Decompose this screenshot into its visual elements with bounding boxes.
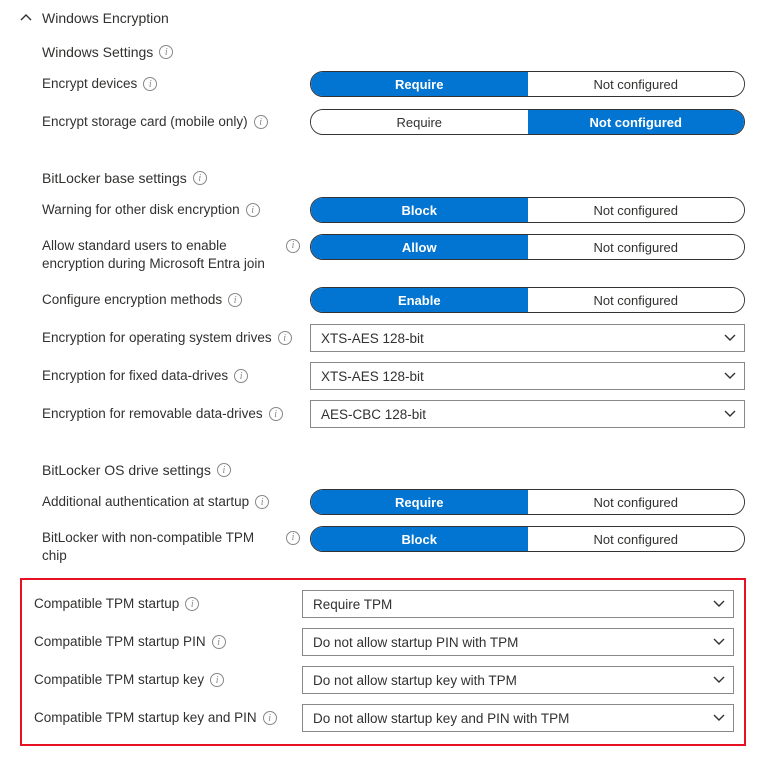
info-icon[interactable]: i [246, 203, 260, 217]
chevron-down-icon [713, 674, 725, 686]
info-icon[interactable]: i [234, 369, 248, 383]
label: Encrypt devices [42, 75, 137, 93]
chevron-down-icon [713, 598, 725, 610]
row-allow-std-users: Allow standard users to enable encryptio… [42, 234, 746, 276]
label: Warning for other disk encryption [42, 201, 240, 219]
toggle-noncompat-tpm[interactable]: Block Not configured [310, 526, 745, 552]
toggle-config-enc-methods[interactable]: Enable Not configured [310, 287, 745, 313]
toggle-warn-other-disk[interactable]: Block Not configured [310, 197, 745, 223]
toggle-left[interactable]: Block [311, 527, 528, 551]
chevron-down-icon [713, 712, 725, 724]
info-icon[interactable]: i [255, 495, 269, 509]
info-icon[interactable]: i [217, 463, 231, 477]
group-windows-settings: Windows Settings i [42, 44, 746, 60]
toggle-right[interactable]: Not configured [528, 198, 745, 222]
info-icon[interactable]: i [212, 635, 226, 649]
toggle-encrypt-storage[interactable]: Require Not configured [310, 109, 745, 135]
row-tpm-startup: Compatible TPM startup i Require TPM [34, 590, 734, 618]
chevron-down-icon [713, 636, 725, 648]
toggle-allow-std-users[interactable]: Allow Not configured [310, 234, 745, 260]
info-icon[interactable]: i [286, 531, 300, 545]
info-icon[interactable]: i [193, 171, 207, 185]
select-value: Require TPM [313, 597, 392, 612]
row-enc-removable-drives: Encryption for removable data-drives i A… [42, 400, 746, 428]
row-config-enc-methods: Configure encryption methods i Enable No… [42, 286, 746, 314]
group-bitlocker-base: BitLocker base settings i [42, 170, 746, 186]
row-enc-os-drives: Encryption for operating system drives i… [42, 324, 746, 352]
row-tpm-startup-key-pin: Compatible TPM startup key and PIN i Do … [34, 704, 734, 732]
label: Encryption for fixed data-drives [42, 367, 228, 385]
section-header[interactable]: Windows Encryption [20, 10, 746, 26]
select-tpm-startup[interactable]: Require TPM [302, 590, 734, 618]
label: Compatible TPM startup [34, 595, 179, 613]
chevron-down-icon [724, 332, 736, 344]
section-title: Windows Encryption [42, 10, 169, 26]
label: BitLocker with non-compatible TPM chip [42, 529, 280, 565]
row-tpm-startup-key: Compatible TPM startup key i Do not allo… [34, 666, 734, 694]
chevron-down-icon [724, 370, 736, 382]
select-value: XTS-AES 128-bit [321, 331, 424, 346]
toggle-left[interactable]: Require [311, 110, 528, 134]
label: Allow standard users to enable encryptio… [42, 237, 280, 273]
toggle-encrypt-devices[interactable]: Require Not configured [310, 71, 745, 97]
select-value: Do not allow startup key with TPM [313, 673, 517, 688]
toggle-right[interactable]: Not configured [528, 288, 745, 312]
info-icon[interactable]: i [278, 331, 292, 345]
toggle-left[interactable]: Enable [311, 288, 528, 312]
label: Encryption for operating system drives [42, 329, 272, 347]
label: Encrypt storage card (mobile only) [42, 113, 248, 131]
toggle-right[interactable]: Not configured [528, 235, 745, 259]
select-tpm-startup-key[interactable]: Do not allow startup key with TPM [302, 666, 734, 694]
select-enc-os-drives[interactable]: XTS-AES 128-bit [310, 324, 745, 352]
row-add-auth-startup: Additional authentication at startup i R… [42, 488, 746, 516]
row-enc-fixed-drives: Encryption for fixed data-drives i XTS-A… [42, 362, 746, 390]
label: Compatible TPM startup key and PIN [34, 709, 257, 727]
highlight-box: Compatible TPM startup i Require TPM Com… [20, 578, 746, 746]
group-title: BitLocker OS drive settings [42, 462, 211, 478]
select-value: Do not allow startup key and PIN with TP… [313, 711, 569, 726]
select-value: AES-CBC 128-bit [321, 407, 426, 422]
select-enc-fixed-drives[interactable]: XTS-AES 128-bit [310, 362, 745, 390]
row-warn-other-disk: Warning for other disk encryption i Bloc… [42, 196, 746, 224]
label: Additional authentication at startup [42, 493, 249, 511]
label: Compatible TPM startup key [34, 671, 204, 689]
info-icon[interactable]: i [269, 407, 283, 421]
select-value: XTS-AES 128-bit [321, 369, 424, 384]
row-noncompat-tpm: BitLocker with non-compatible TPM chip i… [42, 526, 746, 568]
select-value: Do not allow startup PIN with TPM [313, 635, 518, 650]
info-icon[interactable]: i [263, 711, 277, 725]
info-icon[interactable]: i [254, 115, 268, 129]
info-icon[interactable]: i [143, 77, 157, 91]
toggle-add-auth-startup[interactable]: Require Not configured [310, 489, 745, 515]
select-tpm-startup-pin[interactable]: Do not allow startup PIN with TPM [302, 628, 734, 656]
label: Compatible TPM startup PIN [34, 633, 206, 651]
toggle-right[interactable]: Not configured [528, 110, 745, 134]
row-tpm-startup-pin: Compatible TPM startup PIN i Do not allo… [34, 628, 734, 656]
info-icon[interactable]: i [159, 45, 173, 59]
select-enc-removable-drives[interactable]: AES-CBC 128-bit [310, 400, 745, 428]
label: Encryption for removable data-drives [42, 405, 263, 423]
info-icon[interactable]: i [185, 597, 199, 611]
group-title: BitLocker base settings [42, 170, 187, 186]
chevron-up-icon [20, 12, 32, 24]
chevron-down-icon [724, 408, 736, 420]
label: Configure encryption methods [42, 291, 222, 309]
toggle-right[interactable]: Not configured [528, 72, 745, 96]
select-tpm-startup-key-pin[interactable]: Do not allow startup key and PIN with TP… [302, 704, 734, 732]
row-encrypt-storage: Encrypt storage card (mobile only) i Req… [42, 108, 746, 136]
toggle-right[interactable]: Not configured [528, 527, 745, 551]
toggle-right[interactable]: Not configured [528, 490, 745, 514]
info-icon[interactable]: i [228, 293, 242, 307]
info-icon[interactable]: i [286, 239, 300, 253]
toggle-left[interactable]: Allow [311, 235, 528, 259]
row-encrypt-devices: Encrypt devices i Require Not configured [42, 70, 746, 98]
info-icon[interactable]: i [210, 673, 224, 687]
toggle-left[interactable]: Block [311, 198, 528, 222]
group-bitlocker-os: BitLocker OS drive settings i [42, 462, 746, 478]
toggle-left[interactable]: Require [311, 72, 528, 96]
group-title: Windows Settings [42, 44, 153, 60]
toggle-left[interactable]: Require [311, 490, 528, 514]
